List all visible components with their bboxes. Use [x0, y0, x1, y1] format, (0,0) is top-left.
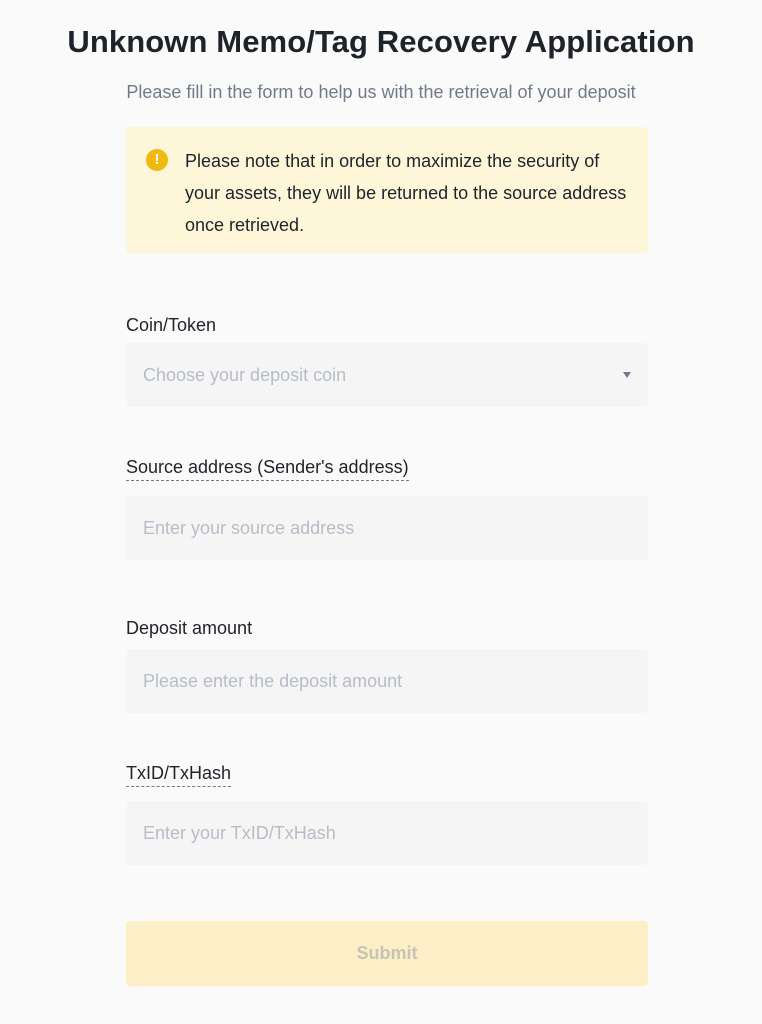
submit-button[interactable]: Submit: [126, 921, 648, 986]
deposit-amount-placeholder: Please enter the deposit amount: [143, 671, 403, 691]
coin-token-label: Coin/Token: [126, 315, 217, 335]
caret-down-icon: [623, 372, 631, 378]
notice-text: Please note that in order to maximize th…: [185, 151, 627, 235]
warning-icon: !: [146, 149, 168, 171]
source-address-placeholder: Enter your source address: [143, 518, 355, 538]
deposit-amount-input[interactable]: Please enter the deposit amount: [126, 649, 648, 713]
coin-select[interactable]: Choose your deposit coin: [126, 343, 648, 407]
page-title: Unknown Memo/Tag Recovery Application: [67, 24, 695, 59]
security-notice: ! Please note that in order to maximize …: [126, 127, 648, 253]
recovery-form-page: Unknown Memo/Tag Recovery Application Pl…: [0, 0, 762, 1024]
source-address-input[interactable]: Enter your source address: [126, 496, 648, 560]
txid-input[interactable]: Enter your TxID/TxHash: [126, 801, 648, 865]
coin-select-placeholder: Choose your deposit coin: [143, 365, 347, 385]
txid-placeholder: Enter your TxID/TxHash: [143, 823, 336, 843]
txid-label[interactable]: TxID/TxHash: [126, 761, 232, 787]
deposit-amount-label: Deposit amount: [126, 618, 253, 638]
source-address-label[interactable]: Source address (Sender's address): [126, 455, 409, 481]
page-subtitle: Please fill in the form to help us with …: [126, 82, 636, 102]
